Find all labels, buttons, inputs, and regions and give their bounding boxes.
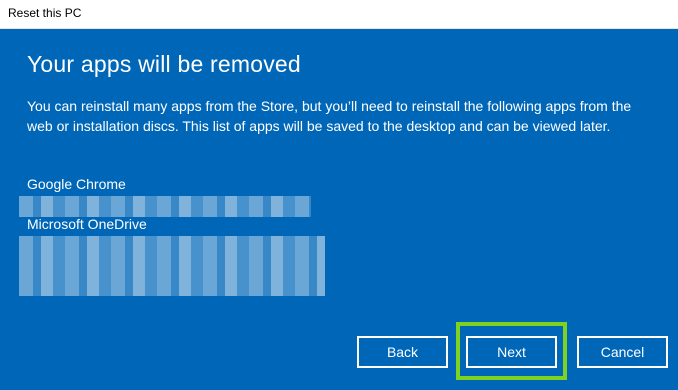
back-button[interactable]: Back [357,336,448,368]
redacted-app-entries [19,236,325,296]
dialog-description: You can reinstall many apps from the Sto… [27,98,632,134]
dialog-heading: Your apps will be removed [27,51,301,77]
next-button[interactable]: Next [466,336,557,368]
window-title: Reset this PC [8,6,82,20]
app-item-microsoft-onedrive: Microsoft OneDrive [27,216,147,232]
cancel-button[interactable]: Cancel [577,336,668,368]
reset-dialog: Your apps will be removed You can reinst… [0,29,678,390]
title-bar: Reset this PC [0,0,678,29]
redacted-app-entry [19,196,311,217]
app-item-google-chrome: Google Chrome [27,176,126,192]
